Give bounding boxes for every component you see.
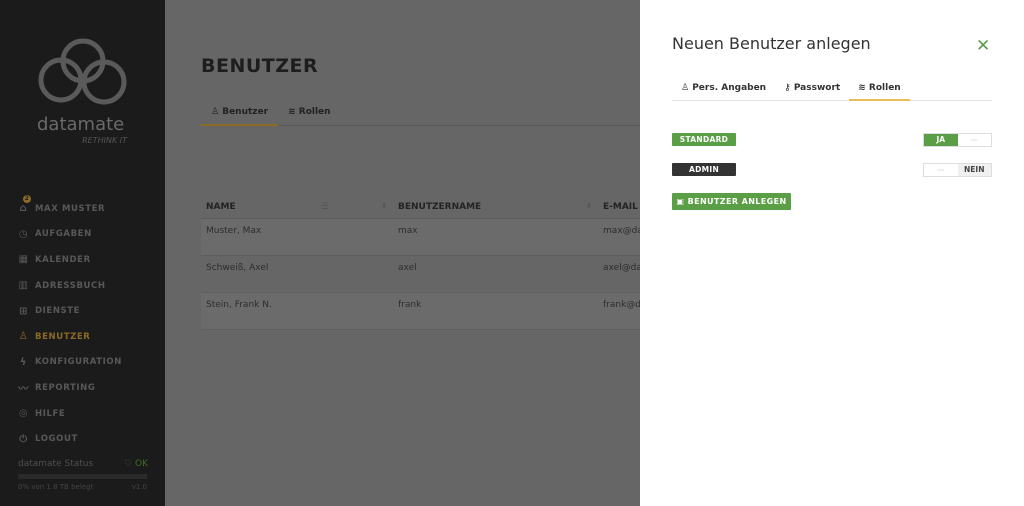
book-icon: ▥ bbox=[18, 280, 29, 292]
create-user-button[interactable]: ▣ BENUTZER ANLEGEN bbox=[672, 193, 791, 210]
sidebar-item-logout[interactable]: ⏻ LOGOUT bbox=[18, 426, 158, 452]
sort-icon[interactable]: ⬍ bbox=[381, 202, 387, 210]
page-title: BENUTZER bbox=[201, 55, 319, 77]
tab-rollen[interactable]: ≋ Rollen bbox=[849, 78, 910, 101]
main-tabs: ♙ Benutzer ≋ Rollen bbox=[201, 104, 640, 126]
sidebar-item-benutzer[interactable]: ♙ BENUTZER bbox=[18, 324, 158, 350]
layers-icon: ≋ bbox=[858, 83, 869, 93]
standard-toggle[interactable]: JA — bbox=[923, 133, 992, 147]
storage-info: 0% von 1.8 TB belegt v1.0 bbox=[18, 483, 147, 491]
tab-passwort[interactable]: ⚷ Passwort bbox=[775, 78, 849, 101]
users-icon: ♙ bbox=[211, 107, 223, 117]
status-row: datamate Status ♡ OK bbox=[18, 459, 148, 469]
sidebar-item-reporting[interactable]: 〰 REPORTING bbox=[18, 375, 158, 401]
close-icon[interactable]: ✕ bbox=[976, 36, 990, 56]
table-row[interactable]: Schweiß, Axel axel axel@da bbox=[201, 256, 640, 293]
role-admin-badge: ADMIN bbox=[672, 163, 736, 176]
sidebar-item-konfiguration[interactable]: ϟ KONFIGURATION bbox=[18, 350, 158, 376]
main-content: BENUTZER ♙ Benutzer ≋ Rollen NAME ☰ ⬍ BENU… bbox=[165, 0, 640, 506]
tab-rollen[interactable]: ≋ Rollen bbox=[278, 104, 340, 126]
column-email[interactable]: E-MAIL bbox=[598, 202, 638, 212]
column-name[interactable]: NAME ☰ ⬍ bbox=[201, 202, 393, 212]
sidebar-item-dienste[interactable]: ⊞ DIENSTE bbox=[18, 298, 158, 324]
datamate-logo bbox=[38, 38, 127, 105]
tab-pers-angaben[interactable]: ♙ Pers. Angaben bbox=[672, 78, 775, 101]
admin-toggle[interactable]: — NEIN bbox=[923, 163, 992, 177]
grid-icon: ⊞ bbox=[19, 305, 28, 317]
panel-title: Neuen Benutzer anlegen bbox=[672, 34, 871, 53]
brand-name: datamate bbox=[37, 114, 125, 135]
new-user-panel: Neuen Benutzer anlegen ✕ ♙ Pers. Angaben… bbox=[640, 0, 1024, 506]
table-row[interactable]: Stein, Frank N.frankfrank@da bbox=[201, 293, 640, 330]
sidebar-item-max-muster[interactable]: ⌂ 2 MAX MUSTER bbox=[18, 195, 158, 222]
lifebuoy-icon: ◎ bbox=[18, 408, 29, 420]
version: v1.0 bbox=[131, 483, 147, 491]
sidebar-item-adressbuch[interactable]: ▥ ADRESSBUCH bbox=[18, 273, 158, 299]
sidebar-nav: ⌂ 2 MAX MUSTER ◷ AUFGABEN ▦ KALENDER ▥ ADRESS… bbox=[18, 195, 158, 452]
brand-tagline: RETHINK IT bbox=[82, 136, 127, 145]
sidebar-item-hilfe[interactable]: ◎ HILFE bbox=[18, 401, 158, 427]
role-standard-badge: STANDARD bbox=[672, 133, 736, 146]
sidebar-item-kalender[interactable]: ▦ KALENDER bbox=[18, 247, 158, 273]
status-ok: ♡ OK bbox=[124, 459, 148, 469]
panel-tabs: ♙ Pers. Angaben ⚷ Passwort ≋ Rollen bbox=[672, 78, 992, 101]
home-icon: ⌂ bbox=[19, 203, 28, 215]
stopwatch-icon: ◷ bbox=[18, 228, 29, 240]
storage-bar bbox=[18, 474, 147, 479]
user-icon: ♙ bbox=[681, 83, 693, 93]
layers-icon: ≋ bbox=[288, 107, 299, 117]
table-header: NAME ☰ ⬍ BENUTZERNAME ⬍ E-MAIL bbox=[201, 196, 640, 219]
chart-line-icon: 〰 bbox=[18, 384, 29, 396]
tab-benutzer[interactable]: ♙ Benutzer bbox=[201, 104, 279, 126]
save-icon: ▣ bbox=[676, 197, 688, 206]
users-icon: ♙ bbox=[18, 331, 29, 343]
sort-icon[interactable]: ⬍ bbox=[586, 202, 592, 210]
notification-badge: 2 bbox=[23, 195, 31, 203]
bolt-icon: ϟ bbox=[19, 356, 28, 368]
column-benutzername[interactable]: BENUTZERNAME ⬍ bbox=[393, 202, 598, 212]
sort-list-icon[interactable]: ☰ bbox=[321, 202, 329, 212]
sidebar: datamate RETHINK IT ⌂ 2 MAX MUSTER ◷ AUFGAB… bbox=[0, 0, 165, 506]
sidebar-item-aufgaben[interactable]: ◷ AUFGABEN bbox=[18, 222, 158, 248]
users-table: NAME ☰ ⬍ BENUTZERNAME ⬍ E-MAIL Muster, Max m… bbox=[201, 196, 640, 330]
key-icon: ⚷ bbox=[784, 83, 794, 93]
calendar-icon: ▦ bbox=[18, 254, 29, 266]
power-icon: ⏻ bbox=[19, 433, 28, 445]
table-row[interactable]: Muster, Max max max@da bbox=[201, 219, 640, 256]
